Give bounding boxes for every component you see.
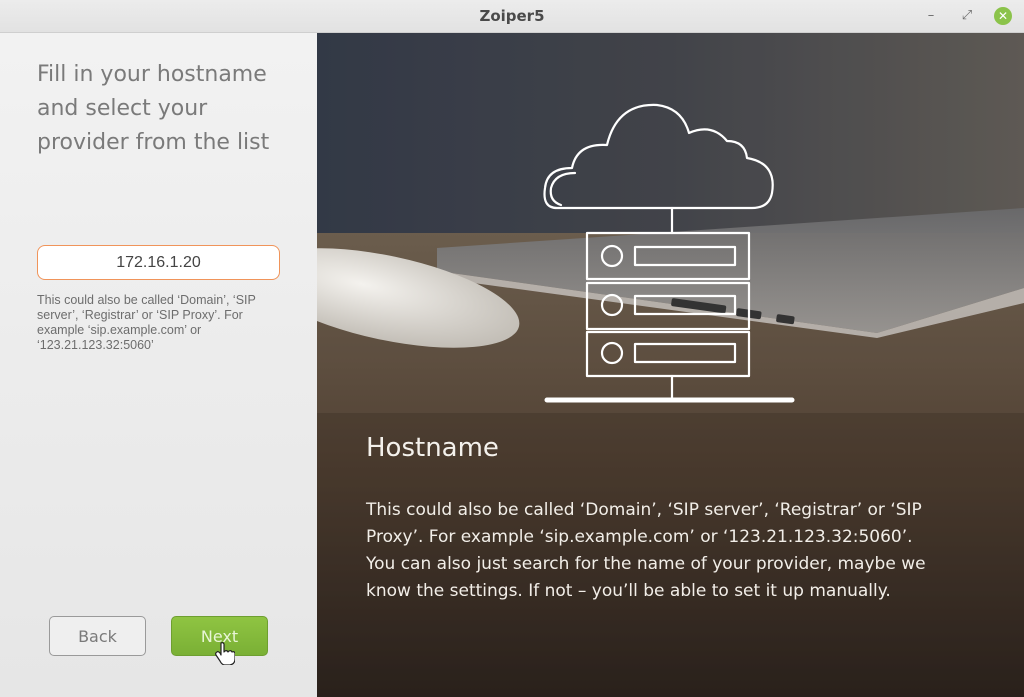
wizard-left-panel: Fill in your hostname and select your pr… xyxy=(0,33,317,697)
section-title: Hostname xyxy=(366,433,499,463)
page-heading: Fill in your hostname and select your pr… xyxy=(37,62,270,155)
section-description: This could also be called ‘Domain’, ‘SIP… xyxy=(366,500,926,601)
back-button[interactable]: Back xyxy=(49,616,146,656)
illustration-panel: Hostname This could also be called ‘Doma… xyxy=(317,33,1024,697)
window-title: Zoiper5 xyxy=(479,7,545,25)
hostname-hint: This could also be called ‘Domain’, ‘SIP… xyxy=(37,293,256,352)
hostname-input[interactable] xyxy=(37,245,280,280)
maximize-icon[interactable]: ⤢ xyxy=(958,7,976,25)
close-icon[interactable]: ✕ xyxy=(994,7,1012,25)
title-bar: Zoiper5 – ⤢ ✕ xyxy=(0,0,1024,33)
minimize-icon[interactable]: – xyxy=(922,7,940,25)
hand-cursor-icon xyxy=(215,642,235,665)
